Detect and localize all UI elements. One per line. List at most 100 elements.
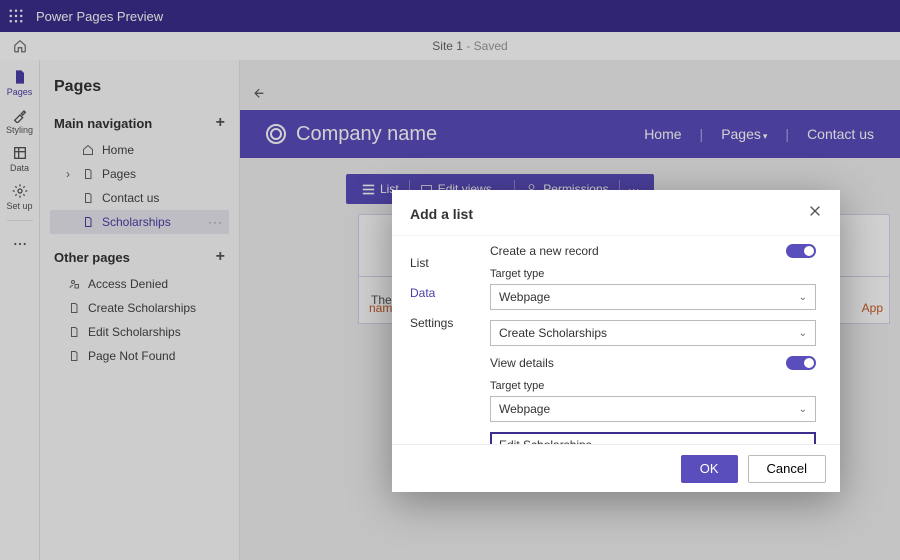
tree-item-pages[interactable]: › Pages (50, 162, 229, 186)
tree-label: Contact us (102, 191, 159, 205)
view-details-toggle[interactable] (786, 356, 816, 370)
tree-item-edit-scholarships[interactable]: Edit Scholarships (50, 320, 229, 344)
modal-tab-list[interactable]: List (392, 248, 490, 278)
tree-label: Pages (102, 167, 136, 181)
panel-title: Pages (40, 60, 239, 108)
tree-label: Access Denied (88, 277, 168, 291)
home-icon (80, 144, 96, 156)
page-icon (66, 302, 82, 314)
modal-footer: OK Cancel (392, 444, 840, 492)
rail-styling-label: Styling (6, 125, 33, 135)
modal-tab-settings[interactable]: Settings (392, 308, 490, 338)
view-details-row: View details (490, 356, 816, 370)
main-nav-tree: Home › Pages Contact us Scholarships ··· (50, 138, 229, 234)
tree-item-scholarships[interactable]: Scholarships ··· (50, 210, 229, 234)
nav-contact[interactable]: Contact us (807, 126, 874, 142)
tree-label: Create Scholarships (88, 301, 196, 315)
site-status: Site 1 - Saved (40, 39, 900, 53)
site-name-text: Site 1 (432, 39, 463, 53)
saved-status: Saved (474, 39, 508, 53)
main-nav-header: Main navigation + (50, 108, 229, 138)
rail-pages-label: Pages (7, 87, 33, 97)
col-app-fragment: App (862, 301, 883, 315)
add-other-page-icon[interactable]: + (216, 248, 225, 266)
select-value: Webpage (499, 402, 550, 416)
nav-sep: | (785, 126, 789, 142)
page-icon (66, 326, 82, 338)
rail-setup[interactable]: Set up (0, 178, 40, 216)
target-type-label-2: Target type (490, 380, 816, 392)
other-pages-tree: Access Denied Create Scholarships Edit S… (50, 272, 229, 368)
create-record-label: Create a new record (490, 244, 599, 258)
select-value: Webpage (499, 290, 550, 304)
other-pages-label: Other pages (54, 250, 130, 265)
select-value: Create Scholarships (499, 326, 607, 340)
view-details-label: View details (490, 356, 554, 370)
target-page-select-2[interactable]: Edit Scholarships ⌄ (490, 432, 816, 444)
rail-setup-label: Set up (6, 201, 32, 211)
create-record-toggle[interactable] (786, 244, 816, 258)
item-more-icon[interactable]: ··· (208, 215, 223, 229)
rail-divider (7, 220, 33, 221)
nav-pages[interactable]: Pages▾ (721, 126, 767, 142)
add-main-nav-icon[interactable]: + (216, 114, 225, 132)
waffle-icon[interactable] (0, 0, 32, 32)
chevron-right-icon[interactable]: › (66, 167, 78, 181)
site-header: Company name Home | Pages▾ | Contact us (240, 110, 900, 158)
rail-data[interactable]: Data (0, 140, 40, 178)
add-list-modal: Add a list List Data Settings Create a n… (392, 190, 840, 492)
resize-icon[interactable] (249, 80, 272, 103)
modal-title: Add a list (410, 206, 473, 222)
nav-pages-label: Pages (721, 126, 761, 142)
page-icon (66, 350, 82, 362)
chevron-down-icon: ⌄ (799, 328, 807, 339)
target-type-label-1: Target type (490, 268, 816, 280)
rail-more[interactable] (0, 225, 40, 263)
chevron-down-icon: ⌄ (799, 292, 807, 303)
tree-label: Home (102, 143, 134, 157)
target-page-select-1[interactable]: Create Scholarships ⌄ (490, 320, 816, 346)
tree-item-page-not-found[interactable]: Page Not Found (50, 344, 229, 368)
tree-label: Edit Scholarships (88, 325, 181, 339)
modal-body: List Data Settings Create a new record T… (392, 236, 840, 444)
tree-label: Scholarships (102, 215, 171, 229)
home-icon[interactable] (0, 39, 40, 53)
rail-data-label: Data (10, 163, 29, 173)
tree-item-home[interactable]: Home (50, 138, 229, 162)
close-icon[interactable] (808, 204, 822, 223)
tree-item-contact[interactable]: Contact us (50, 186, 229, 210)
page-icon (80, 168, 96, 180)
tree-label: Page Not Found (88, 349, 175, 363)
modal-header: Add a list (392, 190, 840, 236)
main-nav-label: Main navigation (54, 116, 152, 131)
site-nav: Home | Pages▾ | Contact us (644, 126, 874, 142)
nav-home[interactable]: Home (644, 126, 681, 142)
other-pages-header: Other pages + (50, 242, 229, 272)
create-record-row: Create a new record (490, 244, 816, 258)
rail-styling[interactable]: Styling (0, 102, 40, 140)
chevron-down-icon: ▾ (763, 131, 768, 141)
select-value: Edit Scholarships (499, 438, 592, 444)
sub-bar: Site 1 - Saved (0, 32, 900, 60)
target-type-select-2[interactable]: Webpage ⌄ (490, 396, 816, 422)
modal-tab-data[interactable]: Data (392, 278, 490, 308)
ok-button[interactable]: OK (681, 455, 738, 483)
saved-separator: - (463, 39, 474, 53)
cancel-button[interactable]: Cancel (748, 455, 826, 483)
left-rail: Pages Styling Data Set up (0, 60, 40, 560)
nav-sep: | (700, 126, 704, 142)
site-logo-icon (266, 124, 286, 144)
page-icon (80, 192, 96, 204)
app-title: Power Pages Preview (32, 9, 163, 24)
rail-pages[interactable]: Pages (0, 64, 40, 102)
target-type-select-1[interactable]: Webpage ⌄ (490, 284, 816, 310)
tree-item-access-denied[interactable]: Access Denied (50, 272, 229, 296)
modal-form: Create a new record Target type Webpage … (490, 236, 840, 444)
top-bar: Power Pages Preview (0, 0, 900, 32)
pages-panel: Pages Main navigation + Home › Pages Con… (40, 60, 240, 560)
modal-tabs: List Data Settings (392, 236, 490, 444)
tree-item-create-scholarships[interactable]: Create Scholarships (50, 296, 229, 320)
page-icon (80, 216, 96, 228)
chevron-down-icon: ⌄ (799, 440, 807, 445)
chevron-down-icon: ⌄ (799, 404, 807, 415)
